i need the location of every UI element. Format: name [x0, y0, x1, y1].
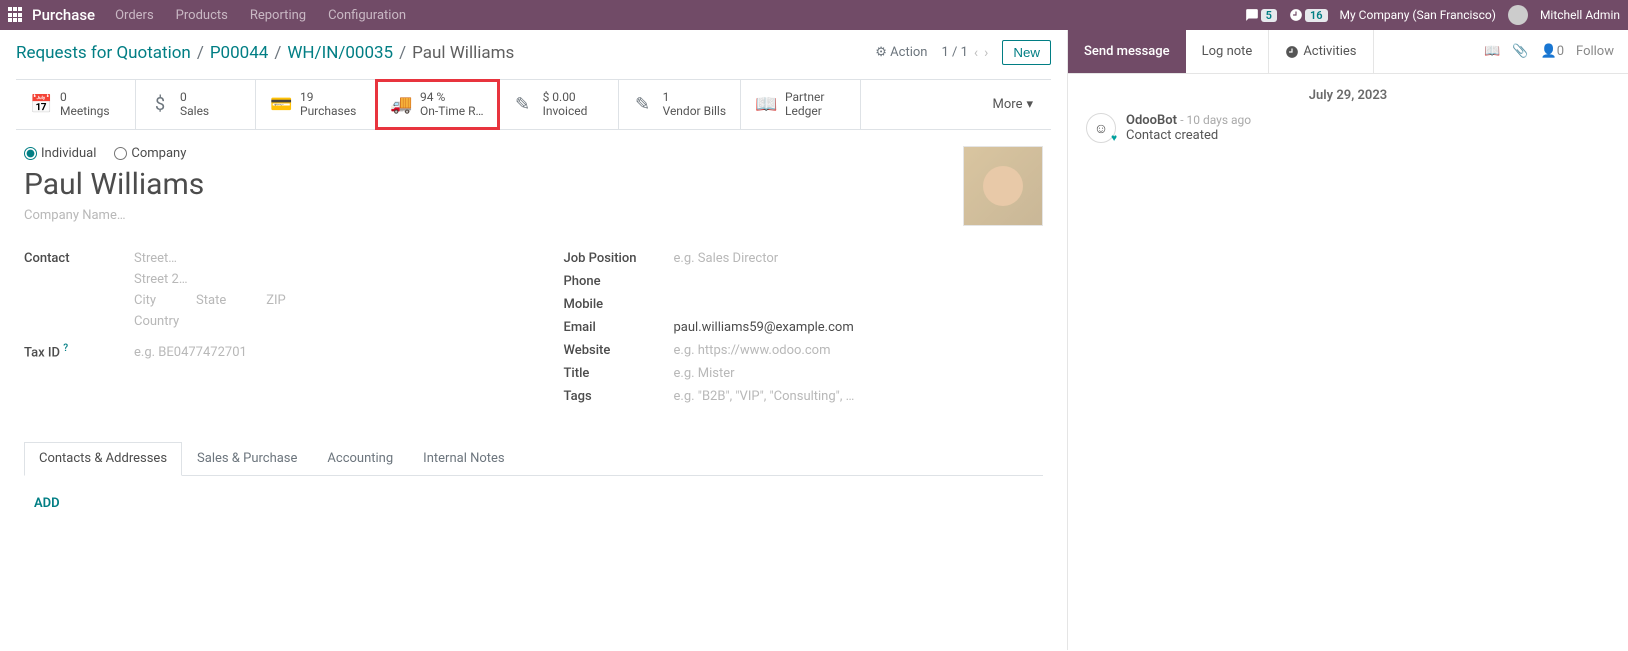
attachment-icon[interactable]: 📎: [1512, 44, 1528, 59]
menu-reporting[interactable]: Reporting: [250, 8, 306, 23]
chatter-date: July 29, 2023: [1086, 88, 1610, 103]
activities-icon[interactable]: 16: [1289, 8, 1328, 22]
stat-meetings[interactable]: 📅 0Meetings: [16, 80, 136, 129]
help-icon[interactable]: ?: [63, 343, 68, 354]
menu-orders[interactable]: Orders: [115, 8, 154, 23]
breadcrumb-current: Paul Williams: [412, 43, 514, 63]
label-contact: Contact: [24, 251, 134, 266]
stat-buttons-bar: 📅 0Meetings $ 0Sales 💳 19Purchases 🚚 94 …: [16, 79, 1051, 130]
top-navbar: Purchase Orders Products Reporting Confi…: [0, 0, 1628, 30]
jobposition-field[interactable]: e.g. Sales Director: [674, 251, 779, 266]
pencil-icon: ✎: [633, 94, 653, 115]
user-name[interactable]: Mitchell Admin: [1540, 8, 1620, 22]
email-field[interactable]: paul.williams59@example.com: [674, 320, 854, 335]
apps-icon[interactable]: [8, 7, 24, 23]
label-website: Website: [564, 343, 674, 358]
log-note-button[interactable]: Log note: [1186, 30, 1270, 73]
followers-button[interactable]: 👤0: [1541, 44, 1565, 59]
tab-contacts[interactable]: Contacts & Addresses: [24, 442, 182, 476]
breadcrumb-item[interactable]: WH/IN/00035: [287, 43, 393, 63]
pencil-icon: ✎: [513, 94, 533, 115]
label-email: Email: [564, 320, 674, 335]
add-contact-button[interactable]: ADD: [34, 496, 60, 511]
pager-text: 1 / 1: [941, 45, 967, 60]
truck-icon: 🚚: [390, 94, 410, 115]
radio-individual[interactable]: Individual: [24, 146, 96, 161]
stat-purchases[interactable]: 💳 19Purchases: [256, 80, 376, 129]
follow-button[interactable]: Follow: [1576, 44, 1614, 59]
breadcrumb-item[interactable]: P00044: [210, 43, 269, 63]
zip-field[interactable]: ZIP: [266, 293, 286, 308]
send-message-button[interactable]: Send message: [1068, 30, 1186, 73]
new-button[interactable]: New: [1002, 40, 1051, 65]
app-brand[interactable]: Purchase: [32, 6, 95, 24]
tab-accounting[interactable]: Accounting: [312, 442, 408, 475]
user-avatar-icon[interactable]: [1508, 5, 1528, 25]
stat-sales[interactable]: $ 0Sales: [136, 80, 256, 129]
tags-field[interactable]: e.g. "B2B", "VIP", "Consulting", …: [674, 389, 855, 404]
label-mobile: Mobile: [564, 297, 674, 312]
book-icon: 📖: [755, 94, 775, 115]
calendar-icon: 📅: [30, 94, 50, 115]
stat-invoiced[interactable]: ✎ $ 0.00Invoiced: [499, 80, 619, 129]
country-field[interactable]: Country: [134, 314, 286, 329]
stat-on-time-rate[interactable]: 🚚 94 %On-Time R…: [376, 80, 499, 129]
breadcrumb: Requests for Quotation/ P00044/ WH/IN/00…: [16, 43, 514, 63]
label-tags: Tags: [564, 389, 674, 404]
pager-next-icon[interactable]: ›: [984, 45, 988, 61]
radio-company[interactable]: Company: [114, 146, 186, 161]
stat-vendor-bills[interactable]: ✎ 1Vendor Bills: [619, 80, 741, 129]
action-menu[interactable]: ⚙ Action: [875, 45, 927, 60]
activities-button[interactable]: Activities: [1269, 30, 1373, 73]
bot-avatar-icon: ☺: [1086, 113, 1116, 143]
tab-internal-notes[interactable]: Internal Notes: [408, 442, 519, 475]
menu-configuration[interactable]: Configuration: [328, 8, 406, 23]
title-field[interactable]: e.g. Mister: [674, 366, 735, 381]
website-field[interactable]: e.g. https://www.odoo.com: [674, 343, 831, 358]
company-name-field[interactable]: Company Name…: [24, 208, 1043, 223]
company-switcher[interactable]: My Company (San Francisco): [1340, 8, 1496, 22]
chatter-message: ☺ OdooBot - 10 days ago Contact created: [1086, 113, 1610, 143]
label-title: Title: [564, 366, 674, 381]
book-icon[interactable]: 📖: [1484, 44, 1500, 59]
card-icon: 💳: [270, 94, 290, 115]
messages-icon[interactable]: 5: [1245, 8, 1277, 22]
tabs: Contacts & Addresses Sales & Purchase Ac…: [24, 442, 1043, 476]
messages-count: 5: [1261, 9, 1277, 22]
label-phone: Phone: [564, 274, 674, 289]
street2-field[interactable]: Street 2…: [134, 272, 286, 287]
chatter-toolbar: Send message Log note Activities 📖 📎 👤0 …: [1068, 30, 1628, 74]
message-time: - 10 days ago: [1180, 113, 1251, 127]
label-jobposition: Job Position: [564, 251, 674, 266]
pager-prev-icon[interactable]: ‹: [974, 45, 978, 61]
message-author[interactable]: OdooBot: [1126, 113, 1177, 128]
street-field[interactable]: Street…: [134, 251, 286, 266]
city-field[interactable]: City: [134, 293, 156, 308]
state-field[interactable]: State: [196, 293, 226, 308]
taxid-field[interactable]: e.g. BE0477472701: [134, 345, 247, 360]
breadcrumb-item[interactable]: Requests for Quotation: [16, 43, 191, 63]
contact-name-field[interactable]: Paul Williams: [24, 167, 1043, 202]
stat-partner-ledger[interactable]: 📖 PartnerLedger: [741, 80, 861, 129]
message-text: Contact created: [1126, 128, 1251, 143]
activities-count: 16: [1305, 9, 1328, 22]
stat-more[interactable]: More ▾: [975, 80, 1051, 129]
dollar-icon: $: [150, 94, 170, 115]
tab-sales-purchase[interactable]: Sales & Purchase: [182, 442, 312, 475]
label-taxid: Tax ID ?: [24, 343, 134, 360]
menu-products[interactable]: Products: [176, 8, 228, 23]
caret-down-icon: ▾: [1026, 97, 1033, 112]
pager: 1 / 1 ‹ ›: [941, 45, 988, 61]
contact-photo[interactable]: [963, 146, 1043, 226]
